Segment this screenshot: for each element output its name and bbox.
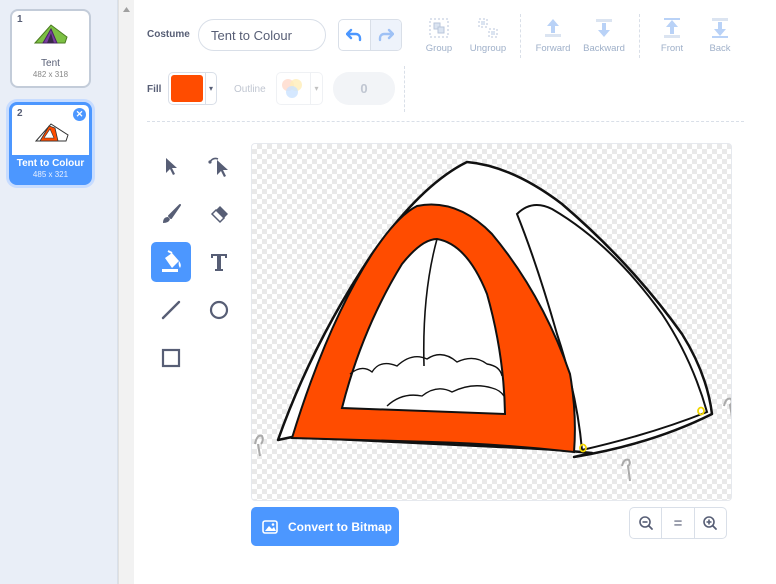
backward-label: Backward — [583, 43, 625, 54]
ungroup-button[interactable]: Ungroup — [463, 17, 513, 54]
backward-button[interactable]: Backward — [579, 17, 629, 54]
outline-color-swatch — [282, 79, 302, 98]
zoom-reset-label: = — [673, 514, 683, 532]
eraser-tool[interactable] — [199, 194, 239, 234]
zoom-reset-button[interactable]: = — [662, 507, 695, 539]
select-icon — [166, 158, 177, 175]
reshape-icon — [208, 157, 228, 177]
chevron-down-icon: ▾ — [204, 73, 216, 104]
outline-color-picker[interactable]: ▾ — [276, 72, 323, 105]
select-tool[interactable] — [151, 146, 191, 186]
forward-label: Forward — [535, 43, 571, 54]
undo-button[interactable] — [339, 20, 370, 50]
group-label: Group — [425, 43, 453, 54]
brush-icon — [163, 204, 181, 223]
rectangle-icon — [161, 348, 181, 368]
scroll-up-icon[interactable] — [123, 6, 130, 14]
costume-list: 1 Tent 482 x 318 2 ✕ Tent to Colour 485 … — [0, 0, 118, 584]
eraser-icon — [210, 206, 228, 224]
toolbar-divider — [520, 14, 521, 58]
ungroup-icon — [478, 18, 498, 38]
costume-label: Costume — [147, 29, 190, 40]
front-button[interactable]: Front — [647, 17, 697, 54]
back-label: Back — [709, 43, 731, 54]
convert-to-bitmap-button[interactable]: Convert to Bitmap — [251, 507, 399, 546]
undo-redo-group — [338, 19, 402, 51]
redo-button[interactable] — [369, 20, 401, 50]
outline-label: Outline — [234, 84, 266, 95]
forward-icon — [545, 19, 561, 37]
redo-icon — [378, 28, 394, 42]
tent-drawing — [254, 160, 731, 482]
costume-name: Tent — [41, 58, 60, 69]
front-label: Front — [660, 43, 684, 54]
paint-editor: 1 Tent 482 x 318 2 ✕ Tent to Colour 485 … — [0, 0, 776, 584]
costume-dims: 482 x 318 — [32, 70, 69, 79]
outline-width-input[interactable]: 0 — [333, 72, 395, 105]
image-icon — [262, 519, 278, 534]
front-icon — [664, 18, 680, 38]
costume-tile-tent[interactable]: 1 Tent 482 x 318 — [10, 9, 91, 88]
back-icon — [712, 18, 728, 38]
rectangle-tool[interactable] — [151, 338, 191, 378]
zoom-out-icon — [638, 516, 653, 530]
back-button[interactable]: Back — [695, 17, 745, 54]
forward-button[interactable]: Forward — [528, 17, 578, 54]
convert-label: Convert to Bitmap — [288, 519, 393, 534]
fill-tool[interactable] — [151, 242, 191, 282]
group-icon — [429, 18, 449, 38]
costume-name: Tent to Colour — [16, 158, 85, 169]
group-button[interactable]: Group — [414, 17, 464, 54]
tent-green-thumbnail — [33, 24, 68, 44]
delete-costume-icon[interactable]: ✕ — [73, 108, 86, 121]
tent-orange-thumbnail — [34, 123, 69, 142]
costume-list-scrollbar[interactable] — [118, 0, 134, 584]
toolbar-divider — [404, 66, 405, 112]
zoom-in-button[interactable] — [694, 507, 727, 539]
costume-number: 2 — [17, 108, 23, 119]
costume-dims: 485 x 321 — [32, 170, 69, 179]
circle-icon — [209, 300, 229, 320]
fill-label: Fill — [147, 84, 162, 95]
undo-icon — [346, 28, 362, 42]
toolbar-divider — [639, 14, 640, 58]
line-tool[interactable] — [151, 290, 191, 330]
reshape-tool[interactable] — [199, 146, 239, 186]
text-tool[interactable] — [199, 242, 239, 282]
zoom-controls: = — [629, 507, 727, 539]
backward-icon — [596, 19, 612, 37]
line-icon — [161, 300, 181, 320]
fill-icon — [162, 250, 181, 272]
circle-tool[interactable] — [199, 290, 239, 330]
text-icon — [211, 254, 227, 271]
zoom-out-button[interactable] — [629, 507, 663, 539]
zoom-in-icon — [703, 516, 718, 530]
chevron-down-icon: ▾ — [310, 73, 322, 104]
costume-number: 1 — [17, 14, 23, 25]
costume-name-input[interactable] — [198, 19, 326, 51]
costume-tile-tent-to-colour[interactable]: 2 ✕ Tent to Colour 485 x 321 — [9, 102, 92, 185]
toolbar-divider — [147, 121, 744, 122]
drawing-canvas[interactable] — [251, 143, 732, 501]
brush-tool[interactable] — [151, 194, 191, 234]
ungroup-label: Ungroup — [469, 43, 507, 54]
fill-color-swatch — [171, 75, 203, 102]
fill-color-picker[interactable]: ▾ — [168, 72, 217, 105]
